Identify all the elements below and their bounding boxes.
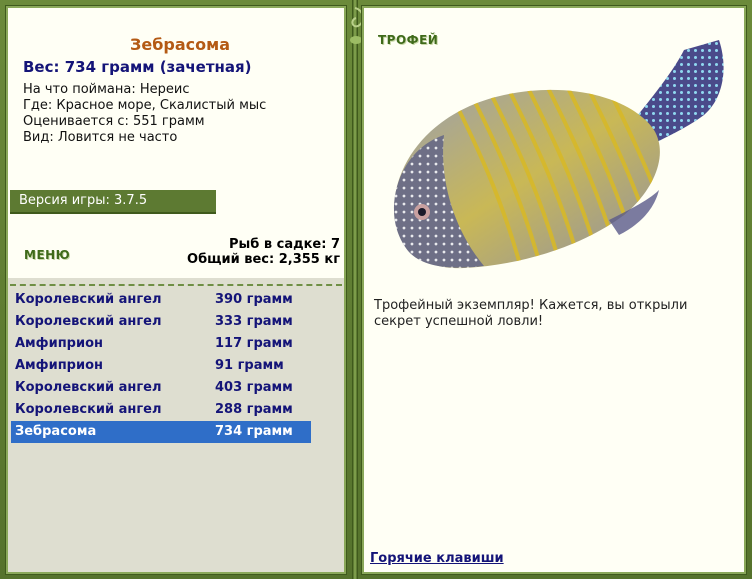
catch-list: Королевский ангел 390 грамм Королевский … — [11, 289, 311, 443]
catch-row-selected[interactable]: Зебрасома 734 грамм — [11, 421, 311, 443]
bait-info: На что поймана: Нереис — [23, 82, 190, 97]
catch-row[interactable]: Королевский ангел 403 грамм — [11, 377, 311, 399]
catch-name: Королевский ангел — [15, 402, 162, 417]
menu-button[interactable]: МЕНЮ — [24, 248, 70, 262]
catch-name: Королевский ангел — [15, 380, 162, 395]
fish-name-title: Зебрасома — [130, 35, 230, 54]
catch-weight: 333 грамм — [215, 314, 293, 329]
valued-info: Оценивается с: 551 грамм — [23, 114, 205, 129]
trophy-message: Трофейный экземпляр! Кажется, вы открыли… — [374, 298, 688, 329]
catch-row[interactable]: Амфиприон 91 грамм — [11, 355, 311, 377]
catch-name: Зебрасома — [15, 424, 97, 439]
catch-weight: 91 грамм — [215, 358, 284, 373]
catch-name: Амфиприон — [15, 358, 104, 373]
catch-name: Амфиприон — [15, 336, 104, 351]
catch-row[interactable]: Королевский ангел 333 грамм — [11, 311, 311, 333]
catch-row[interactable]: Амфиприон 117 грамм — [11, 333, 311, 355]
catch-name: Королевский ангел — [15, 292, 162, 307]
fish-image — [394, 40, 724, 269]
catch-weight: 117 грамм — [215, 336, 293, 351]
fish-weight: Вес: 734 грамм (зачетная) — [23, 58, 252, 76]
catch-weight: 390 грамм — [215, 292, 293, 307]
left-panel: Зебрасома Вес: 734 грамм (зачетная) На ч… — [5, 5, 347, 575]
catch-row[interactable]: Королевский ангел 288 грамм — [11, 399, 311, 421]
hotkeys-link[interactable]: Горячие клавиши — [370, 551, 504, 566]
right-panel: ТРОФЕЙ Трофейный экземпляр! Кажется, вы … — [361, 5, 747, 575]
catch-weight: 403 грамм — [215, 380, 293, 395]
net-stats: Рыб в садке: 7 Общий вес: 2,355 кг — [187, 237, 340, 267]
fish-count: Рыб в садке: 7 — [228, 237, 340, 252]
catch-row[interactable]: Королевский ангел 390 грамм — [11, 289, 311, 311]
total-weight: Общий вес: 2,355 кг — [187, 252, 340, 267]
version-bar: Версия игры: 3.7.5 — [10, 190, 216, 214]
catch-weight: 288 грамм — [215, 402, 293, 417]
catch-name: Королевский ангел — [15, 314, 162, 329]
kind-info: Вид: Ловится не часто — [23, 130, 178, 145]
catch-weight: 734 грамм — [215, 424, 293, 439]
divider — [10, 284, 342, 286]
location-info: Где: Красное море, Скалистый мыс — [23, 98, 267, 113]
